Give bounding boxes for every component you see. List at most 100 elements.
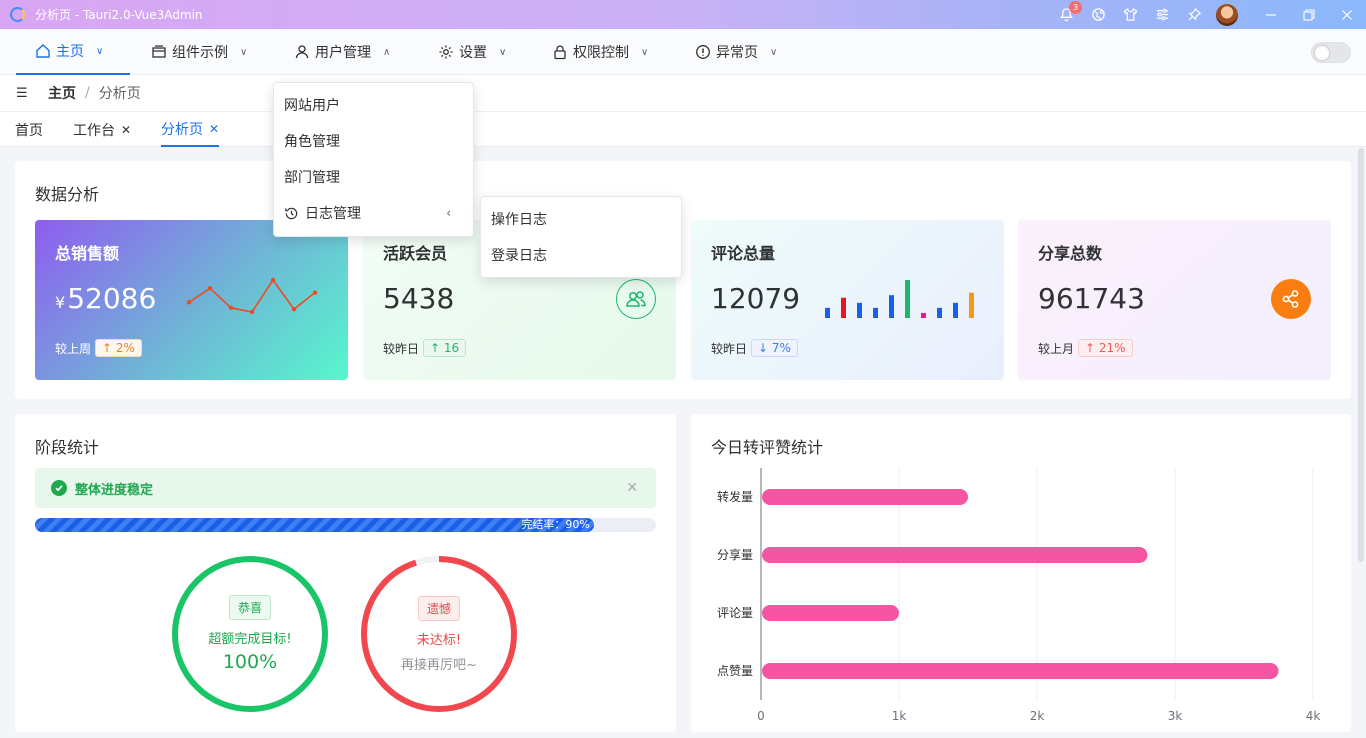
tab-workbench[interactable]: 工作台 ✕	[73, 112, 131, 147]
sparkline-point	[186, 300, 192, 305]
bar	[762, 489, 968, 505]
stat-number: 5438	[383, 282, 455, 315]
menu-item-home[interactable]: 主页 ∨	[16, 29, 130, 75]
menu-item-site-users[interactable]: 网站用户	[274, 87, 473, 123]
menu-item-department-management[interactable]: 部门管理	[274, 159, 473, 195]
y-tick-label: 转发量	[717, 489, 753, 504]
user-avatar[interactable]	[1216, 3, 1238, 26]
change-value: 16	[443, 341, 460, 355]
breadcrumb-home[interactable]: 主页	[48, 83, 76, 103]
mini-bar	[953, 302, 958, 318]
tab-label: 首页	[15, 122, 43, 139]
arrow-up-icon: ↑	[430, 341, 441, 355]
menu-item-role-management[interactable]: 角色管理	[274, 123, 473, 159]
minimize-icon[interactable]	[1252, 0, 1290, 29]
stat-card-comments[interactable]: 评论总量 12079 较昨日 ↓ 7%	[691, 220, 1004, 380]
tab-home[interactable]: 首页	[15, 112, 43, 147]
close-icon[interactable]: ✕	[626, 480, 638, 496]
menu-item-label: 主页	[56, 44, 84, 60]
page-scrollbar[interactable]	[1358, 148, 1364, 562]
pin-icon[interactable]	[1178, 0, 1210, 29]
stat-card-shares[interactable]: 分享总数 961743 较上月 ↑ 21%	[1018, 220, 1331, 380]
compare-label: 较昨日	[711, 341, 748, 356]
change-chip: ↑ 21%	[1078, 339, 1133, 357]
chevron-down-icon: ∨	[641, 46, 649, 58]
log-management-submenu: 操作日志 登录日志	[480, 196, 682, 278]
sparkline-point	[249, 309, 255, 315]
restore-icon[interactable]	[1290, 0, 1328, 29]
bell-icon[interactable]: 3	[1050, 0, 1082, 29]
menu-item-components[interactable]: 组件示例 ∨	[150, 29, 247, 75]
ring-success: 恭喜 超额完成目标! 100%	[170, 554, 330, 714]
tab-label: 分析页	[161, 121, 203, 138]
menu-item-label: 设置	[459, 45, 487, 61]
stat-number: 961743	[1038, 282, 1145, 315]
sparkline-point	[228, 305, 234, 311]
globe-icon[interactable]	[1082, 0, 1114, 29]
x-tick-label: 0	[757, 709, 765, 723]
stat-card-sales[interactable]: 总销售额 ¥52086 较上周 ↑ 2%	[35, 220, 348, 380]
panel-title: 数据分析	[35, 185, 100, 204]
menu-collapse-icon[interactable]: ☰	[16, 86, 34, 101]
stat-compare: 较上周 ↑ 2%	[55, 339, 142, 357]
theme-toggle[interactable]	[1311, 42, 1351, 63]
menu-item-label: 组件示例	[172, 45, 228, 61]
menu-item-operation-log[interactable]: 操作日志	[481, 201, 681, 237]
menu-item-settings[interactable]: 设置 ∨	[437, 29, 506, 75]
menu-item-user-management[interactable]: 用户管理 ∧	[293, 29, 390, 75]
arrow-down-icon: ↓	[758, 341, 769, 355]
bar	[762, 547, 1148, 563]
shirt-icon[interactable]	[1114, 0, 1146, 29]
check-circle-icon	[51, 480, 67, 496]
notification-badge: 3	[1069, 1, 1082, 14]
stat-compare: 较上月 ↑ 21%	[1038, 339, 1133, 357]
mini-bar	[921, 312, 926, 318]
ring-line2: 100%	[222, 651, 278, 673]
menu-item-label: 用户管理	[315, 45, 371, 61]
menu-item-label: 权限控制	[573, 45, 629, 61]
compare-label: 较上月	[1038, 341, 1075, 356]
ring-tag: 遗憾	[417, 595, 460, 621]
sparkline-point	[270, 277, 276, 283]
sliders-icon[interactable]	[1146, 0, 1178, 29]
ring-line1: 未达标!	[416, 632, 462, 648]
stat-number: 52086	[67, 282, 157, 315]
close-icon[interactable]: ✕	[121, 123, 131, 137]
change-value: 2%	[115, 341, 135, 355]
chevron-down-icon: ∨	[96, 45, 104, 57]
window-title: 分析页 - Tauri2.0-Vue3Admin	[35, 8, 203, 22]
sales-sparkline	[186, 277, 318, 315]
ring-line1: 超额完成目标!	[208, 632, 292, 647]
user-management-dropdown: 网站用户 角色管理 部门管理 日志管理 ‹	[273, 82, 474, 237]
alert-icon	[694, 43, 712, 61]
x-tick-label: 4k	[1306, 709, 1321, 723]
ring-failed: 遗憾 未达标! 再接再厉吧~	[359, 554, 519, 714]
panel-title: 阶段统计	[35, 438, 100, 457]
tab-analysis[interactable]: 分析页 ✕	[161, 112, 220, 147]
mini-bar	[889, 295, 894, 318]
menu-item-login-log[interactable]: 登录日志	[481, 237, 681, 273]
progress-label: 完结率：90%	[521, 518, 590, 531]
menu-item-log-management[interactable]: 日志管理 ‹	[274, 195, 473, 231]
menu-item-exceptions[interactable]: 异常页 ∨	[694, 29, 777, 75]
box-icon	[150, 43, 168, 61]
change-chip: ↓ 7%	[751, 339, 798, 357]
close-icon[interactable]: ✕	[209, 122, 219, 136]
menu-item-label: 异常页	[716, 45, 758, 61]
x-tick-label: 1k	[892, 709, 907, 723]
stat-compare: 较昨日 ↓ 7%	[711, 339, 798, 357]
stat-compare: 较昨日 ↑ 16	[383, 339, 467, 357]
menu-item-permissions[interactable]: 权限控制 ∨	[551, 29, 648, 75]
compare-label: 较昨日	[383, 341, 420, 356]
compare-label: 较上周	[55, 341, 92, 356]
chevron-down-icon: ∨	[240, 46, 248, 58]
chevron-left-icon: ‹	[446, 206, 451, 220]
close-icon[interactable]	[1328, 0, 1366, 29]
arrow-up-icon: ↑	[1085, 341, 1096, 355]
change-chip: ↑ 2%	[95, 339, 142, 357]
comments-mini-bars	[825, 280, 974, 318]
stat-title: 分享总数	[1038, 244, 1103, 263]
chevron-up-icon: ∧	[383, 46, 391, 58]
chevron-down-icon: ∨	[499, 46, 507, 58]
y-tick-label: 点赞量	[717, 664, 753, 678]
